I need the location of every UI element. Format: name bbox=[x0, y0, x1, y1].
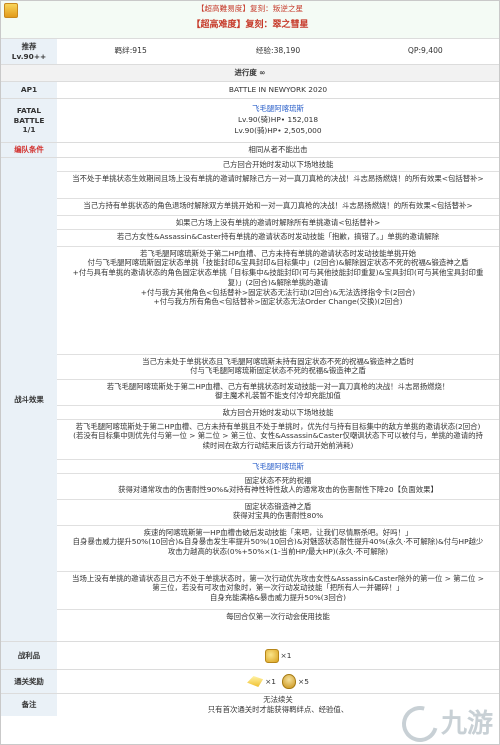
enemy-info: 飞毛腿阿喀琉斯 Lv.90(骑)HP• 152,018 Lv.90(骑)HP• … bbox=[57, 99, 499, 142]
quest-header: 【超高難易度】复刻：叛逆之星 【超高难度】复刻：翠之彗星 bbox=[1, 1, 499, 39]
effect-paragraph: 己方回合开始时发动以下场地技能 bbox=[57, 158, 499, 172]
site-watermark: 九游 bbox=[395, 699, 493, 745]
loot-label: 战利品 bbox=[1, 642, 57, 669]
level-row: 推荐 Lv.90++ 羁绊:915 经验:38,190 QP:9,400 bbox=[1, 39, 499, 65]
ap-label: AP1 bbox=[1, 82, 57, 98]
battle-effects-row: 战斗效果 己方回合开始时发动以下场地技能 当不处于单挑状态生效期间且场上没有单挑… bbox=[1, 158, 499, 642]
reward-item: ×5 bbox=[282, 674, 309, 689]
fou-card-icon[interactable] bbox=[282, 674, 296, 689]
clear-reward-label: 通关奖励 bbox=[1, 670, 57, 693]
remark-label: 备注 bbox=[1, 694, 57, 716]
enemy-hp-2: Lv.90(骑)HP• 2,505,000 bbox=[234, 125, 322, 135]
exp-value: 经验:38,190 bbox=[255, 46, 301, 56]
effect-paragraph: 固定状态锻造神之盾 获得对宝具的伤害耐性80% bbox=[57, 500, 499, 526]
fatal-battle-label: FATAL BATTLE 1/1 bbox=[1, 99, 57, 142]
effect-paragraph: 当己方未处于单挑状态且飞毛腿阿喀琉斯未持有固定状态不死的祝福&锻造神之盾时 付与… bbox=[57, 355, 499, 380]
fatal-battle-row: FATAL BATTLE 1/1 飞毛腿阿喀琉斯 Lv.90(骑)HP• 152,0… bbox=[1, 99, 499, 143]
effect-paragraph: 若飞毛腿阿喀琉斯处于第二HP血槽、己方未持有单挑的邀请状态时发动技能单挑开始 付… bbox=[57, 247, 499, 355]
formation-condition-label: 编队条件 bbox=[1, 143, 57, 157]
effect-paragraph: 若飞毛腿阿喀琉斯处于第二HP血槽、己方有单挑状态时发动技能一对一真刀真枪的决战！… bbox=[57, 380, 499, 406]
battle-effects-body: 己方回合开始时发动以下场地技能 当不处于单挑状态生效期间且场上没有单挑的邀请时解… bbox=[57, 158, 499, 641]
effect-paragraph: 当场上没有单挑的邀请状态且己方不处于单挑状态时，第一次行动优先攻击女性&Assa… bbox=[57, 572, 499, 610]
qp-value: QP:9,400 bbox=[407, 46, 443, 56]
effect-paragraph: 当己方持有单挑状态的角色退场时解除双方单挑开始和一对一真刀真枪的决战！斗志昂扬燃… bbox=[57, 199, 499, 216]
effect-paragraph: 疾速的阿喀琉斯第一HP血槽击破后发动技能「来吧，让我们尽情厮杀吧。好吗！」 自身… bbox=[57, 526, 499, 572]
ap-row: AP1 BATTLE IN NEWYORK 2020 bbox=[1, 82, 499, 99]
recommended-level-label: 推荐 Lv.90++ bbox=[1, 39, 57, 64]
effect-paragraph: 如果己方场上没有单挑的邀请时解除所有单挑邀请<包括替补> bbox=[57, 216, 499, 230]
effect-paragraph: 若飞毛腿阿喀琉斯处于第二HP血槽、己方未持有单挑且不处于单挑时，优先付与持有目标… bbox=[57, 420, 499, 460]
effect-paragraph: 固定状态不死的祝福 获得对通常攻击的伤害耐性90%&对持有神性特性敌人的通常攻击… bbox=[57, 474, 499, 500]
watermark-logo-icon bbox=[395, 699, 445, 745]
watermark-text: 九游 bbox=[440, 708, 493, 739]
battle-name: BATTLE IN NEWYORK 2020 bbox=[228, 85, 328, 95]
quest-title-jp: 【超高難易度】复刻：叛逆之星 bbox=[196, 4, 304, 13]
saint-quartz-icon[interactable] bbox=[247, 676, 264, 687]
quest-info-table: 【超高難易度】复刻：叛逆之星 【超高难度】复刻：翠之彗星 推荐 Lv.90++ 羁… bbox=[0, 0, 500, 745]
battle-effects-label: 战斗效果 bbox=[1, 158, 57, 641]
clear-reward-row: 通关奖励 ×1 ×5 bbox=[1, 670, 499, 694]
gold-material-icon[interactable] bbox=[264, 648, 279, 663]
bond-value: 羁绊:915 bbox=[114, 46, 147, 56]
formation-condition-row: 编队条件 相同从者不能出击 bbox=[1, 143, 499, 158]
stage-row: 进行度 ∞ bbox=[1, 65, 499, 82]
clear-reward-items: ×1 ×5 bbox=[57, 670, 499, 693]
loot-item: ×1 bbox=[264, 648, 291, 663]
loot-row: 战利品 ×1 bbox=[1, 642, 499, 670]
loot-items: ×1 bbox=[57, 642, 499, 669]
enemy-name-subheading: 飞毛腿阿喀琉斯 bbox=[57, 460, 499, 474]
effect-paragraph: 若己方女性&Assassin&Caster持有单挑的邀请状态时发动技能「抱歉，搞… bbox=[57, 230, 499, 247]
enemy-hp-1: Lv.90(骑)HP• 152,018 bbox=[237, 115, 319, 125]
progress-text: 进行度 ∞ bbox=[234, 68, 266, 78]
effect-paragraph: 当不处于单挑状态生效期间且场上没有单挑的邀请时解除己方一对一真刀真枪的决战！斗志… bbox=[57, 172, 499, 199]
reward-item: ×1 bbox=[247, 676, 276, 687]
formation-condition-value: 相同从者不能出击 bbox=[248, 145, 308, 155]
effect-paragraph: 敌方回合开始时发动以下场地技能 bbox=[57, 406, 499, 420]
quest-title-cn: 【超高难度】复刻：翠之彗星 bbox=[191, 20, 309, 30]
effect-paragraph: 每回合仅第一次行动会使用技能 bbox=[226, 611, 330, 621]
enemy-name-link[interactable]: 飞毛腿阿喀琉斯 bbox=[252, 104, 304, 115]
